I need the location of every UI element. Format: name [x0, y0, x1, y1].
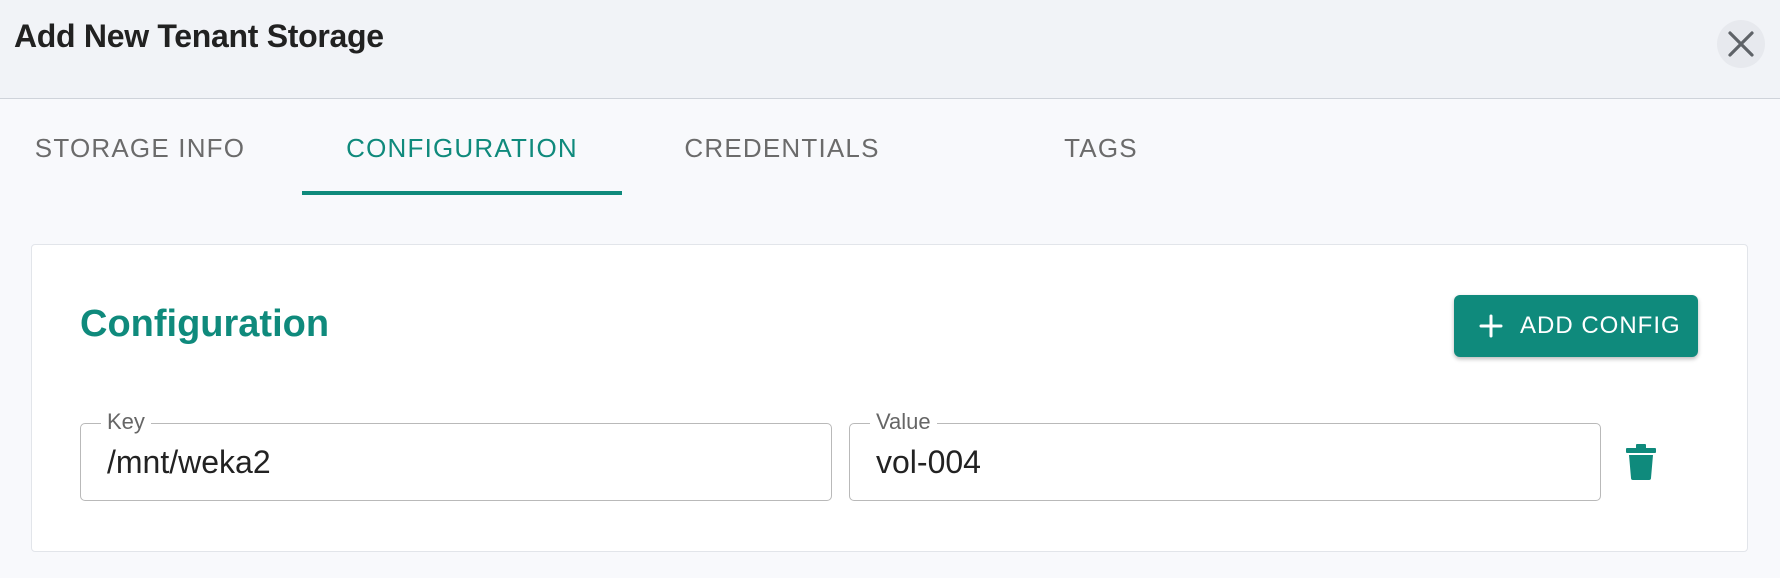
- plus-icon: [1478, 313, 1504, 339]
- add-config-label: ADD CONFIG: [1520, 312, 1681, 339]
- key-input[interactable]: [107, 442, 787, 482]
- value-input[interactable]: [876, 442, 1556, 482]
- add-config-button[interactable]: ADD CONFIG: [1454, 295, 1698, 357]
- value-field-label: Value: [870, 408, 937, 436]
- configuration-card: Configuration ADD CONFIG Key Value: [31, 244, 1748, 552]
- section-title: Configuration: [80, 303, 330, 345]
- trash-icon: [1626, 444, 1656, 480]
- delete-config-button[interactable]: [1626, 441, 1656, 483]
- dialog-title: Add New Tenant Storage: [14, 18, 384, 54]
- close-button[interactable]: [1717, 20, 1765, 68]
- key-field[interactable]: Key: [80, 408, 832, 501]
- dialog-header: Add New Tenant Storage: [0, 0, 1780, 99]
- tab-bar: STORAGE INFO CONFIGURATION CREDENTIALS T…: [0, 99, 1780, 197]
- key-field-label: Key: [101, 408, 151, 436]
- close-icon: [1728, 31, 1754, 57]
- value-field[interactable]: Value: [849, 408, 1601, 501]
- active-tab-indicator: [302, 191, 622, 195]
- tab-tags[interactable]: TAGS: [1030, 99, 1172, 197]
- tab-storage-info[interactable]: STORAGE INFO: [20, 99, 260, 197]
- tab-configuration[interactable]: CONFIGURATION: [302, 99, 622, 197]
- tab-credentials[interactable]: CREDENTIALS: [670, 99, 894, 197]
